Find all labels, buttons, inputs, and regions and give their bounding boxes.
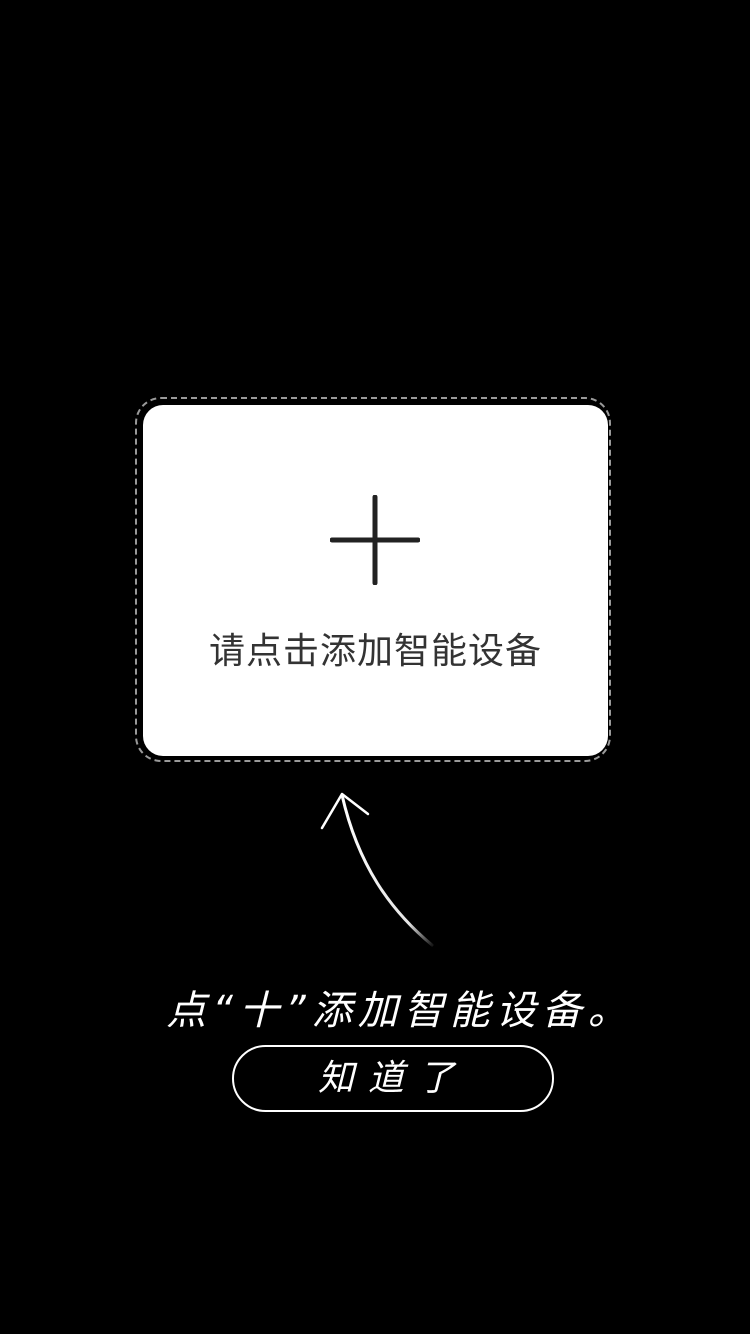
plus-icon[interactable] bbox=[330, 495, 420, 585]
guide-hint-text: 点“十”添加智能设备。 bbox=[166, 988, 634, 1034]
guide-overlay-screen: 请点击添加智能设备 点“十”添加智能设备。 知道了 bbox=[0, 0, 750, 1334]
curved-arrow-up-icon bbox=[320, 792, 434, 947]
got-it-button[interactable]: 知道了 bbox=[232, 1045, 554, 1112]
add-device-label: 请点击添加智能设备 bbox=[208, 631, 542, 672]
